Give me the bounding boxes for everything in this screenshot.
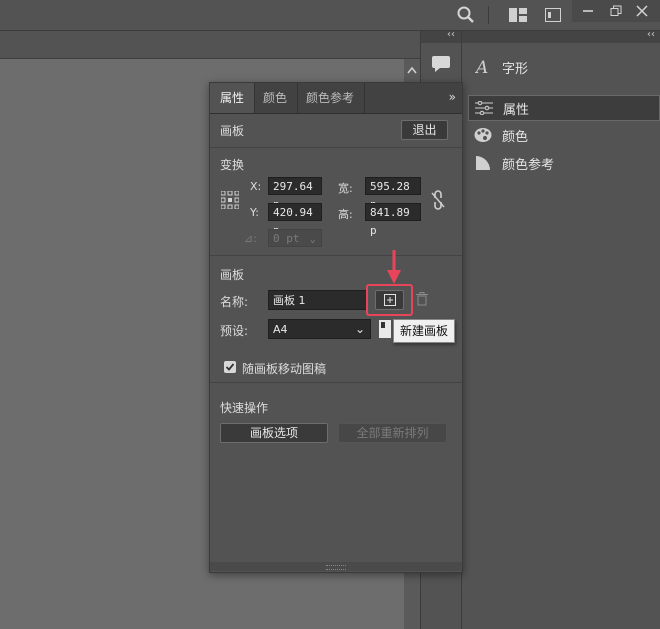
- tab-color[interactable]: 颜色: [253, 83, 299, 113]
- chevron-down-icon: ⌄: [309, 232, 316, 245]
- artboard-name-field[interactable]: 画板 1: [268, 290, 367, 310]
- trash-icon[interactable]: [416, 292, 428, 309]
- height-field[interactable]: 841.89 p: [365, 203, 421, 237]
- rearrange-all-button: 全部重新排列: [338, 423, 447, 443]
- preset-select[interactable]: A4 ⌄: [268, 319, 371, 339]
- x-label: X:: [250, 180, 262, 193]
- artboard-header: 画板: [220, 124, 245, 138]
- glyph-icon: A: [472, 57, 494, 77]
- move-with-artboard-checkbox[interactable]: [224, 361, 236, 373]
- close-icon[interactable]: [632, 1, 652, 21]
- quick-actions-title: 快速操作: [220, 401, 269, 415]
- exit-button[interactable]: 退出: [401, 120, 448, 140]
- width-label: 宽:: [338, 182, 353, 195]
- toolbar-divider: [488, 6, 489, 24]
- constrain-proportions-icon[interactable]: [431, 190, 445, 213]
- strip-header: ‹‹: [421, 29, 461, 43]
- annotation-arrow: [386, 250, 402, 289]
- app-bar: [0, 0, 660, 31]
- dock-item-color-guide[interactable]: 颜色参考: [468, 151, 658, 175]
- dock-item-color[interactable]: 颜色: [468, 123, 658, 147]
- dock-item-label: 属性: [503, 102, 530, 118]
- new-artboard-button[interactable]: [375, 290, 404, 310]
- transform-title: 变换: [220, 158, 245, 172]
- panel-tab-bar: 属性 颜色 颜色参考 »: [210, 83, 462, 114]
- artboards-title: 画板: [220, 268, 245, 282]
- restore-icon[interactable]: [606, 1, 626, 21]
- chevron-down-icon: ⌄: [354, 322, 365, 336]
- panel-expand-icon[interactable]: »: [449, 90, 456, 104]
- new-artboard-tooltip: 新建画板: [393, 319, 455, 343]
- color-palette-icon: [472, 125, 494, 145]
- svg-text:A: A: [475, 58, 488, 76]
- color-guide-icon: [472, 153, 494, 173]
- comments-icon[interactable]: [431, 55, 451, 76]
- y-label: Y:: [250, 206, 259, 219]
- rotate-value: 0 pt: [273, 232, 300, 245]
- document-tab-bar: [0, 31, 420, 59]
- arrange-documents-icon[interactable]: [543, 5, 563, 25]
- dock-item-properties[interactable]: 属性: [468, 95, 660, 121]
- reference-point-icon[interactable]: [220, 190, 240, 212]
- panel-resize-handle[interactable]: [210, 562, 462, 571]
- dock-header: ‹‹: [462, 29, 660, 43]
- rotate-field: 0 pt ⌄: [268, 229, 322, 247]
- search-icon[interactable]: [456, 5, 476, 25]
- right-panel-dock: ‹‹ A 字形 属性 颜色 颜色参考: [461, 29, 660, 629]
- scroll-up-icon[interactable]: [407, 63, 417, 77]
- dock-item-label: 颜色参考: [502, 157, 555, 173]
- move-with-artboard-label: 随画板移动图稿: [242, 362, 327, 376]
- grip-icon: [326, 565, 346, 570]
- preset-value: A4: [273, 323, 288, 336]
- height-label: 高:: [338, 208, 353, 221]
- workspace-layout-icon[interactable]: [508, 5, 528, 25]
- y-field[interactable]: 420.94 p: [268, 203, 322, 237]
- artboard-options-button[interactable]: 画板选项: [220, 423, 328, 443]
- properties-icon: [473, 98, 495, 118]
- dock-item-label: 颜色: [502, 129, 529, 145]
- minimize-icon[interactable]: [578, 1, 598, 21]
- preset-label: 预设:: [220, 324, 249, 338]
- collapse-chevrons-icon[interactable]: ‹‹: [647, 29, 655, 40]
- tab-color-guide[interactable]: 颜色参考: [296, 83, 366, 113]
- dock-item-label: 字形: [502, 61, 529, 77]
- x-field[interactable]: 297.64 p: [268, 177, 322, 211]
- divider: [210, 382, 462, 383]
- width-field[interactable]: 595.28 p: [365, 177, 421, 211]
- orientation-portrait-icon[interactable]: [379, 320, 391, 341]
- divider: [210, 147, 462, 148]
- name-label: 名称:: [220, 295, 249, 309]
- dock-item-glyphs[interactable]: A 字形: [468, 55, 658, 79]
- divider: [210, 255, 462, 256]
- tab-properties[interactable]: 属性: [210, 83, 256, 113]
- collapse-chevrons-icon[interactable]: ‹‹: [447, 29, 455, 40]
- rotate-label: ⊿:: [244, 232, 257, 245]
